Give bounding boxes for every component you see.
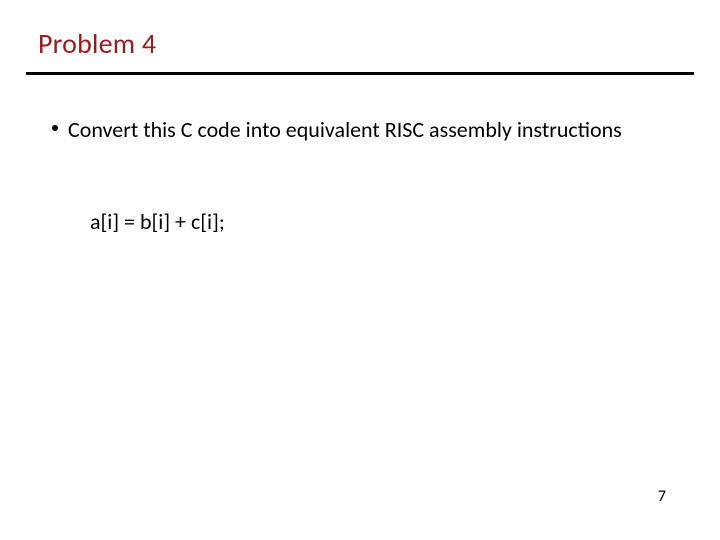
slide-title: Problem 4 [38,26,156,61]
page-number: 7 [658,487,666,506]
title-underline [26,72,694,75]
bullet-dot-icon [52,125,58,131]
slide: Problem 4 Convert this C code into equiv… [0,0,720,540]
code-line: a[i] = b[i] + c[i]; [90,208,225,235]
bullet-item: Convert this C code into equivalent RISC… [52,116,652,144]
bullet-text: Convert this C code into equivalent RISC… [68,116,652,144]
